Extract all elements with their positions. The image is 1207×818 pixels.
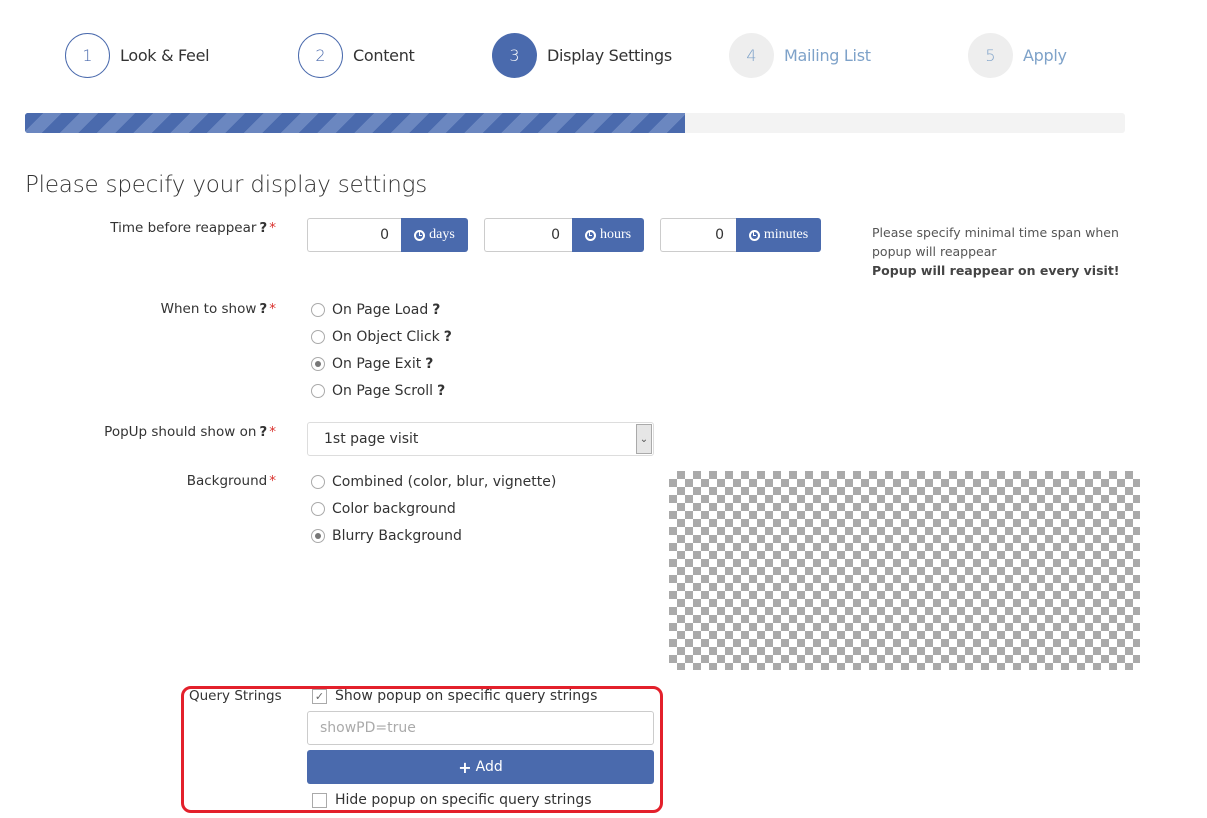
required-marker: * [269,424,276,440]
page-title: Please specify your display settings [25,172,428,198]
radio-button[interactable] [311,330,325,344]
step-number-circle: 1 [65,33,110,78]
query-string-input[interactable] [307,711,654,745]
show-on-query-strings-checkbox-row[interactable]: ✓ Show popup on specific query strings [312,688,597,704]
radio-button[interactable] [311,502,325,516]
time-before-reappear-label: Time before reappear? * [110,220,276,236]
help-icon[interactable]: ? [259,424,267,440]
step-display-settings[interactable]: 3 Display Settings [492,33,672,78]
days-input-group: days [307,218,468,252]
help-icon[interactable]: ? [425,356,433,372]
label-text: Time before reappear [110,220,257,236]
hint-warning: Popup will reappear on every visit! [872,263,1120,278]
days-unit-label: days [429,227,455,242]
reappear-hint: Please specify minimal time span when po… [872,223,1132,280]
label-text: Background [186,473,268,489]
required-marker: * [269,220,276,236]
required-marker: * [269,473,276,489]
radio-label: On Page Load [332,302,429,318]
checkbox-unchecked[interactable] [312,792,327,808]
select-value: 1st page visit [324,431,419,447]
chevron-down-icon[interactable]: ⌄ [636,424,652,454]
checkbox-label: Show popup on specific query strings [335,688,598,704]
radio-label: Blurry Background [332,528,462,544]
background-preview [669,471,1140,670]
step-mailing-list[interactable]: 4 Mailing List [729,33,871,78]
step-label: Apply [1023,46,1067,65]
step-number-circle: 5 [968,33,1013,78]
wizard-progress-bar [25,113,1125,133]
checkbox-checked[interactable]: ✓ [312,688,327,704]
radio-button[interactable] [311,303,325,317]
minutes-unit-label: minutes [763,227,809,242]
radio-label: Color background [332,501,456,517]
required-marker: * [269,301,276,317]
step-label: Look & Feel [120,46,210,65]
radio-on-page-scroll[interactable]: On Page Scroll? [311,383,445,399]
radio-label: On Object Click [332,329,440,345]
radio-on-object-click[interactable]: On Object Click? [311,329,452,345]
step-content[interactable]: 2 Content [298,33,415,78]
step-label: Content [353,46,415,65]
minutes-input-group: minutes [660,218,821,252]
add-query-string-button[interactable]: + Add [307,750,654,784]
hint-text: Please specify minimal time span when po… [872,225,1119,259]
help-icon[interactable]: ? [444,329,452,345]
radio-button-selected[interactable] [311,357,325,371]
minutes-input[interactable] [660,218,736,252]
step-label: Display Settings [547,46,672,65]
step-number-circle: 2 [298,33,343,78]
step-number-circle: 4 [729,33,774,78]
step-apply[interactable]: 5 Apply [968,33,1067,78]
clock-icon [748,229,760,241]
label-text: When to show [160,301,257,317]
label-text: PopUp should show on [104,424,257,440]
help-icon[interactable]: ? [432,302,440,318]
step-look-and-feel[interactable]: 1 Look & Feel [65,33,210,78]
query-strings-label: Query Strings [189,688,282,704]
minutes-addon: minutes [736,218,821,252]
radio-on-page-load[interactable]: On Page Load? [311,302,440,318]
progress-fill [25,113,685,133]
help-icon[interactable]: ? [259,301,267,317]
help-icon[interactable]: ? [259,220,267,236]
hours-input-group: hours [484,218,644,252]
popup-show-on-label: PopUp should show on? * [104,424,276,440]
clock-icon [414,229,426,241]
radio-button[interactable] [311,384,325,398]
popup-show-on-select[interactable]: 1st page visit ⌄ [307,422,654,456]
radio-button-selected[interactable] [311,529,325,543]
when-to-show-label: When to show? * [161,301,276,317]
radio-button[interactable] [311,475,325,489]
checkbox-label: Hide popup on specific query strings [335,792,592,808]
help-icon[interactable]: ? [437,383,445,399]
add-button-label: Add [475,759,503,775]
radio-on-page-exit[interactable]: On Page Exit? [311,356,433,372]
radio-background-combined[interactable]: Combined (color, blur, vignette) [311,474,556,490]
plus-icon: + [458,757,472,777]
radio-background-color[interactable]: Color background [311,501,456,517]
radio-label: Combined (color, blur, vignette) [332,474,557,490]
hours-input[interactable] [484,218,572,252]
hours-unit-label: hours [599,227,632,242]
hide-on-query-strings-checkbox-row[interactable]: Hide popup on specific query strings [312,792,592,808]
days-addon: days [401,218,468,252]
step-label: Mailing List [784,46,871,65]
clock-icon [584,229,596,241]
background-label: Background * [187,473,276,489]
step-number-circle: 3 [492,33,537,78]
days-input[interactable] [307,218,401,252]
radio-label: On Page Exit [332,356,422,372]
radio-background-blurry[interactable]: Blurry Background [311,528,462,544]
radio-label: On Page Scroll [332,383,434,399]
hours-addon: hours [572,218,644,252]
